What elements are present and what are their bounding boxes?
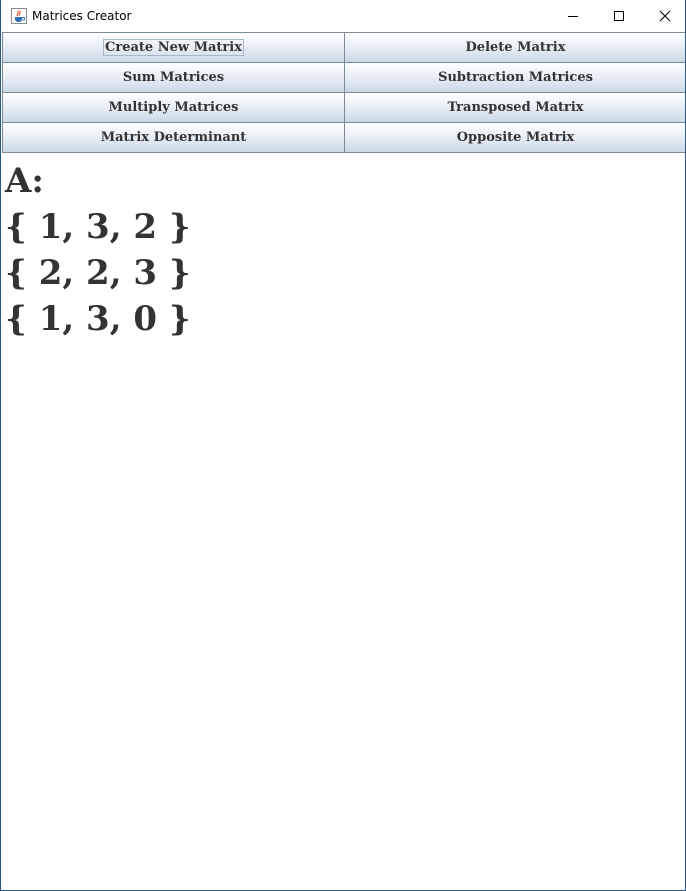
matrix-row: { 2, 2, 3 }: [5, 253, 191, 293]
minimize-icon: [568, 16, 578, 17]
java-cup-icon: [11, 8, 27, 24]
delete-matrix-button[interactable]: Delete Matrix: [344, 32, 685, 63]
maximize-button[interactable]: [596, 0, 642, 32]
matrix-determinant-button[interactable]: Matrix Determinant: [2, 122, 345, 153]
sum-matrices-label: Sum Matrices: [122, 70, 225, 85]
transposed-matrix-label: Transposed Matrix: [447, 100, 584, 115]
matrix-row: { 1, 3, 2 }: [5, 207, 191, 247]
multiply-matrices-button[interactable]: Multiply Matrices: [2, 92, 345, 123]
matrix-row: { 1, 3, 0 }: [5, 299, 191, 339]
window-title: Matrices Creator: [32, 9, 132, 23]
title-bar[interactable]: Matrices Creator: [1, 0, 685, 32]
opposite-matrix-button[interactable]: Opposite Matrix: [344, 122, 685, 153]
matrix-determinant-label: Matrix Determinant: [100, 130, 247, 145]
matrix-name: A:: [5, 161, 44, 201]
close-icon: [659, 10, 671, 22]
sum-matrices-button[interactable]: Sum Matrices: [2, 62, 345, 93]
transposed-matrix-button[interactable]: Transposed Matrix: [344, 92, 685, 123]
app-window: Matrices Creator Create New Matrix Delet…: [0, 0, 686, 891]
matrix-text: A: { 1, 3, 2 } { 2, 2, 3 } { 1, 3, 0 }: [5, 158, 191, 342]
opposite-matrix-label: Opposite Matrix: [456, 130, 575, 145]
close-button[interactable]: [642, 0, 685, 32]
delete-matrix-label: Delete Matrix: [465, 40, 566, 55]
create-new-matrix-label: Create New Matrix: [103, 39, 244, 56]
subtraction-matrices-label: Subtraction Matrices: [438, 70, 593, 85]
create-new-matrix-button[interactable]: Create New Matrix: [2, 32, 345, 63]
subtraction-matrices-button[interactable]: Subtraction Matrices: [344, 62, 685, 93]
matrix-display-area: A: { 1, 3, 2 } { 2, 2, 3 } { 1, 3, 0 }: [2, 153, 685, 890]
minimize-button[interactable]: [550, 0, 596, 32]
multiply-matrices-label: Multiply Matrices: [108, 100, 239, 115]
operations-button-grid: Create New Matrix Delete Matrix Sum Matr…: [2, 32, 685, 154]
maximize-icon: [614, 11, 624, 21]
